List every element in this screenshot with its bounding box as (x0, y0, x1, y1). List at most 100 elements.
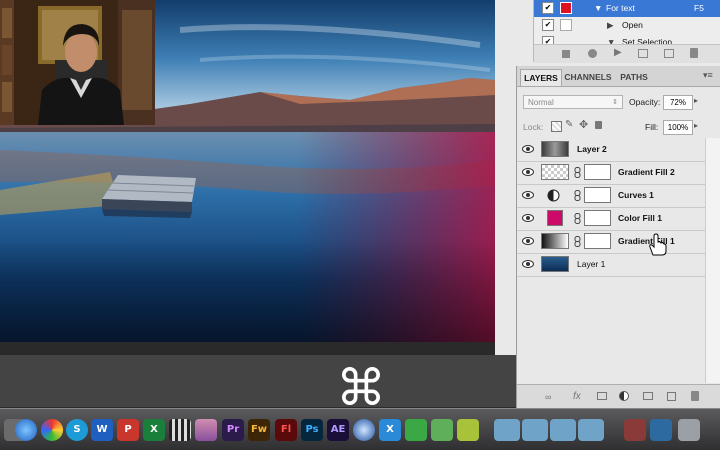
lock-all-icon[interactable] (595, 121, 602, 129)
checkmark-icon[interactable]: ✔ (542, 2, 554, 14)
premiere-icon[interactable]: Pr (222, 419, 244, 441)
browser-icon[interactable] (353, 419, 375, 441)
layer-mask-thumbnail[interactable] (584, 210, 611, 226)
opacity-slider-arrow-icon[interactable]: ▸ (694, 96, 698, 105)
visibility-eye-icon[interactable] (522, 144, 534, 154)
fill-slider-arrow-icon[interactable]: ▸ (694, 121, 698, 130)
app-store-icon[interactable] (15, 419, 37, 441)
layer-row[interactable]: Layer 1 (517, 253, 705, 277)
link-chain-icon[interactable] (574, 167, 581, 178)
photo-app-icon[interactable] (195, 419, 217, 441)
excel-icon[interactable]: X (143, 419, 165, 441)
screen: ✔ ▼ For text F5 ✔ ▶ Open ✔ ▼ Set Selecti… (0, 0, 720, 450)
skype-icon[interactable]: S (66, 419, 88, 441)
photoshop-icon[interactable]: Ps (301, 419, 323, 441)
new-set-icon[interactable] (638, 49, 648, 58)
dialog-toggle-icon[interactable] (560, 19, 572, 31)
fireworks-icon[interactable]: Fw (248, 419, 270, 441)
trash-icon[interactable] (690, 48, 698, 58)
stop-icon[interactable] (562, 50, 570, 58)
visibility-eye-icon[interactable] (522, 167, 534, 177)
lock-paint-icon[interactable]: ✎ (565, 119, 573, 130)
app-icon-lime[interactable] (457, 419, 479, 441)
folder-icon[interactable] (578, 419, 604, 441)
lock-transparent-icon[interactable] (551, 121, 562, 132)
disclosure-triangle-icon[interactable]: ▼ (594, 3, 602, 13)
action-shortcut: F5 (694, 3, 704, 13)
chevron-updown-icon: ⇕ (612, 99, 618, 106)
layers-scrollbar[interactable] (705, 138, 720, 383)
new-action-icon[interactable] (664, 49, 674, 58)
visibility-eye-icon[interactable] (522, 259, 534, 269)
link-chain-icon[interactable] (574, 213, 581, 224)
layers-controls: Normal ⇕ Opacity: 72% ▸ Lock: ✎ ✥ Fill: … (517, 87, 720, 137)
actions-toolbar: ▶ (534, 44, 720, 63)
folder-icon[interactable] (522, 419, 548, 441)
layer-row[interactable]: Gradient Fill 2 (517, 161, 705, 185)
layer-thumbnail (541, 256, 569, 272)
new-adjustment-icon[interactable] (619, 391, 629, 401)
folder-icon[interactable] (550, 419, 576, 441)
minecraft-icon[interactable] (431, 419, 453, 441)
layer-thumbnail (541, 164, 569, 180)
action-label: For text (606, 3, 635, 13)
document-preview-icon[interactable] (624, 419, 646, 441)
link-layers-icon[interactable]: ∞ (545, 392, 551, 402)
layer-name: Gradient Fill 2 (618, 167, 675, 177)
layer-row[interactable]: Color Fill 1 (517, 207, 705, 231)
trash-icon[interactable] (678, 419, 700, 441)
color-fill-swatch[interactable] (547, 210, 563, 226)
record-icon[interactable] (588, 49, 597, 58)
link-chain-icon[interactable] (574, 190, 581, 201)
action-row-for-text[interactable]: ✔ ▼ For text F5 (534, 0, 720, 17)
layer-mask-thumbnail[interactable] (584, 187, 611, 203)
layer-name: Color Fill 1 (618, 213, 662, 223)
folder-icon[interactable] (494, 419, 520, 441)
layer-mask-thumbnail[interactable] (584, 164, 611, 180)
hand-cursor-icon (649, 233, 667, 256)
layer-name: Layer 1 (577, 259, 606, 269)
after-effects-icon[interactable]: AE (327, 419, 349, 441)
tab-layers[interactable]: LAYERS (520, 69, 562, 86)
layer-row[interactable]: Gradient Fill 1 (517, 230, 705, 254)
new-group-icon[interactable] (643, 392, 653, 400)
layer-row[interactable]: Layer 2 (517, 138, 705, 162)
dialog-toggle-icon[interactable] (560, 2, 572, 14)
layer-thumbnail (541, 141, 569, 157)
layer-name: Layer 2 (577, 144, 607, 154)
clapboard-icon[interactable] (169, 419, 191, 441)
visibility-eye-icon[interactable] (522, 190, 534, 200)
layer-row[interactable]: Curves 1 (517, 184, 705, 208)
fill-input[interactable]: 100% (663, 120, 693, 135)
app-icon-green[interactable] (405, 419, 427, 441)
new-layer-icon[interactable] (667, 392, 676, 401)
add-mask-icon[interactable] (597, 392, 607, 400)
word-icon[interactable]: W (91, 419, 113, 441)
blend-mode-value: Normal (528, 98, 554, 107)
lock-move-icon[interactable]: ✥ (579, 118, 588, 131)
opacity-label: Opacity: (629, 97, 661, 107)
blend-mode-select[interactable]: Normal ⇕ (523, 95, 623, 109)
action-label: Open (622, 20, 643, 30)
powerpoint-icon[interactable]: P (117, 419, 139, 441)
layers-panel-tabs: LAYERS CHANNELS PATHS ▾≡ (517, 66, 720, 87)
layer-mask-thumbnail[interactable] (584, 233, 611, 249)
link-chain-icon[interactable] (574, 236, 581, 247)
checkmark-icon[interactable]: ✔ (542, 19, 554, 31)
disclosure-triangle-icon[interactable]: ▶ (607, 20, 614, 31)
actions-panel: ✔ ▼ For text F5 ✔ ▶ Open ✔ ▼ Set Selecti… (533, 0, 720, 63)
tab-channels[interactable]: CHANNELS (563, 69, 613, 85)
panel-menu-icon[interactable]: ▾≡ (703, 70, 713, 81)
opacity-input[interactable]: 72% (663, 95, 693, 110)
image-preview-icon[interactable] (650, 419, 672, 441)
layer-style-icon[interactable]: fx (573, 391, 581, 402)
play-icon[interactable]: ▶ (614, 47, 622, 58)
chrome-icon[interactable] (41, 419, 63, 441)
xcode-icon[interactable]: X (379, 419, 401, 441)
delete-layer-icon[interactable] (691, 391, 699, 401)
visibility-eye-icon[interactable] (522, 236, 534, 246)
tab-paths[interactable]: PATHS (617, 69, 651, 85)
flash-icon[interactable]: Fl (275, 419, 297, 441)
action-row-open[interactable]: ✔ ▶ Open (534, 17, 720, 34)
visibility-eye-icon[interactable] (522, 213, 534, 223)
